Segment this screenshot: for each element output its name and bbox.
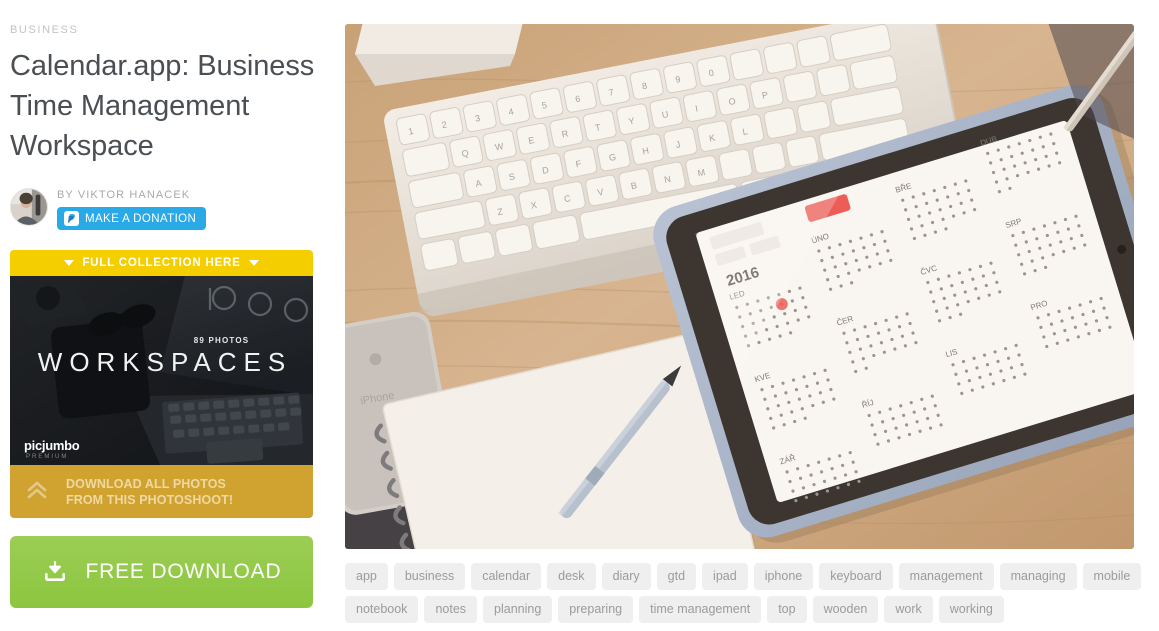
hero-photo[interactable]: 123 456 789 0 QWE RTY UIO P ASD FGH JKL …: [345, 24, 1134, 549]
photo-detail-page: BUSINESS Calendar.app: Business Time Man…: [0, 0, 1159, 631]
paypal-icon: [64, 211, 79, 226]
tag-item[interactable]: diary: [601, 563, 651, 590]
tag-item[interactable]: iphone: [753, 563, 814, 590]
tag-item[interactable]: management: [898, 563, 994, 590]
tag-item[interactable]: work: [884, 596, 933, 623]
main-content: 123 456 789 0 QWE RTY UIO P ASD FGH JKL …: [345, 0, 1159, 631]
picjumbo-watermark-sub: PREMIUM: [26, 454, 69, 460]
author-name[interactable]: BY VIKTOR HANACEK: [57, 189, 206, 201]
tag-item[interactable]: time management: [639, 596, 762, 623]
tag-item[interactable]: keyboard: [819, 563, 893, 590]
full-collection-header[interactable]: FULL COLLECTION HERE: [10, 250, 313, 276]
collection-photo-count: 89 PHOTOS: [193, 336, 250, 345]
free-download-label: FREE DOWNLOAD: [85, 560, 282, 583]
donate-label: MAKE A DONATION: [85, 212, 197, 225]
category-label[interactable]: BUSINESS: [10, 24, 333, 36]
download-all-line1: DOWNLOAD ALL PHOTOS: [66, 476, 226, 491]
picjumbo-watermark: picjumbo: [24, 438, 80, 453]
full-collection-label: FULL COLLECTION HERE: [82, 257, 241, 269]
tag-item[interactable]: preparing: [558, 596, 634, 623]
free-download-button[interactable]: FREE DOWNLOAD: [10, 536, 313, 608]
download-icon: [42, 558, 68, 587]
triangle-down-icon-left: [64, 260, 75, 266]
author-meta: BY VIKTOR HANACEK MAKE A DONATION: [57, 188, 207, 230]
collection-name: WORKSPACES: [37, 347, 293, 377]
tag-item[interactable]: business: [393, 563, 466, 590]
tag-item[interactable]: gtd: [656, 563, 697, 590]
author-row: BY VIKTOR HANACEK MAKE A DONATION: [10, 188, 333, 230]
chevron-double-up-icon: [24, 476, 50, 507]
tag-item[interactable]: desk: [547, 563, 596, 590]
download-all-photos-button[interactable]: DOWNLOAD ALL PHOTOS FROM THIS PHOTOSHOOT…: [10, 465, 313, 518]
tag-list: app business calendar desk diary gtd ipa…: [345, 563, 1145, 623]
sidebar: BUSINESS Calendar.app: Business Time Man…: [0, 0, 345, 631]
tag-item[interactable]: managing: [999, 563, 1077, 590]
page-title: Calendar.app: Business Time Management W…: [10, 50, 315, 162]
tag-item[interactable]: planning: [483, 596, 553, 623]
tag-item[interactable]: calendar: [471, 563, 542, 590]
collection-caption: 89 PHOTOS WORKSPACES: [10, 336, 313, 378]
tag-item[interactable]: top: [767, 596, 807, 623]
make-a-donation-button[interactable]: MAKE A DONATION: [57, 207, 207, 230]
tag-item[interactable]: wooden: [812, 596, 879, 623]
download-all-photos-label: DOWNLOAD ALL PHOTOS FROM THIS PHOTOSHOOT…: [66, 476, 233, 508]
avatar[interactable]: [10, 188, 48, 226]
tag-item[interactable]: notes: [424, 596, 478, 623]
full-collection-card[interactable]: FULL COLLECTION HERE 89 PHOTOS WORKSPACE…: [10, 250, 313, 518]
triangle-down-icon-right: [248, 260, 259, 266]
collection-thumbnail[interactable]: 89 PHOTOS WORKSPACES picjumbo PREMIUM: [10, 276, 313, 465]
tag-item[interactable]: working: [938, 596, 1004, 623]
tag-item[interactable]: ipad: [702, 563, 748, 590]
download-all-line2: FROM THIS PHOTOSHOOT!: [66, 492, 234, 507]
tag-item[interactable]: notebook: [345, 596, 419, 623]
tag-item[interactable]: app: [345, 563, 388, 590]
tag-item[interactable]: mobile: [1082, 563, 1142, 590]
